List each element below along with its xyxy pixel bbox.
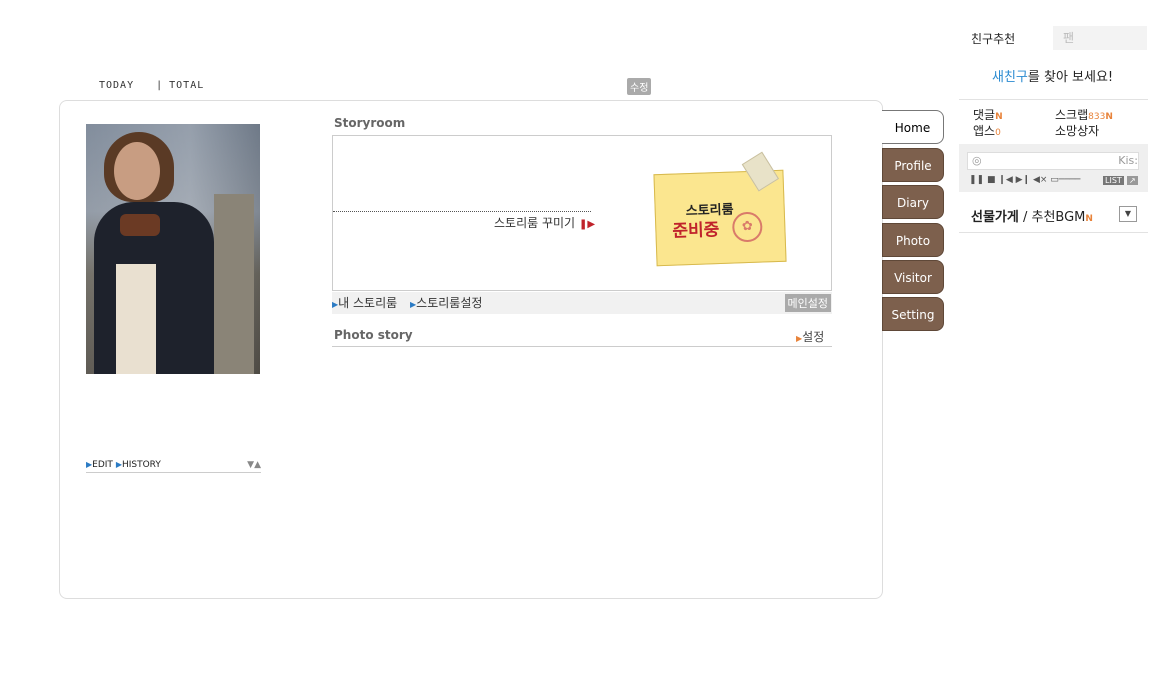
decorate-storyroom-link[interactable]: 스토리룸 꾸미기 ❚▶ — [494, 214, 595, 231]
scrap-link[interactable]: 스크랩833N — [1055, 106, 1113, 123]
apps-link[interactable]: 앱스0 — [973, 122, 1001, 139]
find-friends-link[interactable]: 새친구를 찾아 보세요! — [992, 66, 1113, 85]
storyroom-settings-label: 스토리룸설정 — [416, 296, 483, 310]
chevron-down-icon[interactable]: ▼ — [1119, 206, 1137, 222]
total-label: TOTAL — [169, 80, 205, 91]
scrap-count: 833 — [1088, 112, 1106, 122]
new-badge: N — [1105, 112, 1113, 122]
main-settings-button[interactable]: 메인설정 — [784, 294, 831, 312]
music-player: ◎ Kis: ❚❚ ■ ❙◀ ▶❙ ◀× ▭──── LIST ↗ — [959, 144, 1148, 192]
divider — [959, 99, 1148, 100]
friend-recommend-link[interactable]: 친구추천 — [971, 30, 1015, 47]
player-track-display: ◎ Kis: — [967, 152, 1139, 170]
apps-label: 앱스 — [973, 124, 996, 138]
scrap-label: 스크랩 — [1055, 108, 1089, 122]
my-storyroom-link[interactable]: ▶내 스토리룸 — [332, 294, 397, 311]
tab-photo[interactable]: Photo — [882, 223, 944, 257]
find-friends-suffix: 를 찾아 보세요! — [1027, 70, 1114, 85]
comments-label: 댓글 — [973, 108, 996, 122]
popup-icon[interactable]: ↗ — [1127, 176, 1138, 185]
photo-story-setting-label: 설정 — [802, 330, 825, 344]
tab-diary[interactable]: Diary — [882, 185, 944, 219]
storyroom-settings-link[interactable]: ▶스토리룸설정 — [410, 294, 482, 311]
photo-story-setting-link[interactable]: ▶설정 — [796, 328, 824, 345]
tab-profile[interactable]: Profile — [882, 148, 944, 182]
visitor-counter: TODAY | TOTAL — [99, 80, 204, 91]
stamp-icon: ✿ — [731, 211, 763, 243]
history-link[interactable]: HISTORY — [122, 460, 161, 470]
player-controls[interactable]: ❚❚ ■ ❙◀ ▶❙ ◀× ▭──── — [969, 175, 1080, 185]
bgm-rec-link[interactable]: 추천BGM — [1032, 210, 1086, 225]
gift-separator: / — [1018, 210, 1032, 225]
new-badge: N — [1085, 214, 1093, 224]
dotted-divider — [333, 211, 591, 212]
tab-visitor[interactable]: Visitor — [882, 260, 944, 294]
track-title: Kis: — [1118, 154, 1138, 167]
gift-shop-link[interactable]: 선물가게 — [971, 210, 1019, 225]
storyroom-footer: ▶내 스토리룸 ▶스토리룸설정 메인설정 — [332, 292, 832, 314]
profile-edit-bar: ▶EDIT ▶HISTORY ▼▲ — [86, 460, 261, 473]
disc-icon: ◎ — [972, 154, 982, 167]
today-label: TODAY — [99, 80, 135, 91]
storyroom-title: Storyroom — [334, 116, 406, 130]
comments-link[interactable]: 댓글N — [973, 106, 1003, 123]
gift-shop-bar: 선물가게 / 추천BGMN — [971, 206, 1093, 225]
arrow-icon: ❚▶ — [578, 219, 596, 230]
playlist-button[interactable]: LIST — [1103, 176, 1124, 185]
wishbox-link[interactable]: 소망상자 — [1055, 122, 1099, 139]
profile-photo — [86, 124, 260, 374]
expand-collapse-icon[interactable]: ▼▲ — [247, 460, 261, 470]
fan-button[interactable]: 팬 — [1053, 26, 1147, 50]
divider — [959, 232, 1148, 233]
edit-badge-button[interactable]: 수정 — [627, 78, 652, 95]
new-friend-text: 새친구 — [992, 70, 1028, 85]
new-badge: N — [995, 112, 1003, 122]
my-storyroom-label: 내 스토리룸 — [338, 296, 398, 310]
photo-story-title: Photo story — [334, 328, 413, 342]
note-line2: 준비중 — [672, 220, 720, 242]
apps-count: 0 — [995, 128, 1001, 138]
counter-divider: | — [156, 80, 164, 91]
edit-link[interactable]: EDIT — [92, 460, 113, 470]
coming-soon-note: 스토리룸 준비중 ✿ — [653, 151, 787, 267]
tab-home[interactable]: Home — [882, 110, 944, 144]
decorate-storyroom-label: 스토리룸 꾸미기 — [494, 216, 576, 230]
tab-setting[interactable]: Setting — [882, 297, 944, 331]
divider — [332, 346, 832, 347]
